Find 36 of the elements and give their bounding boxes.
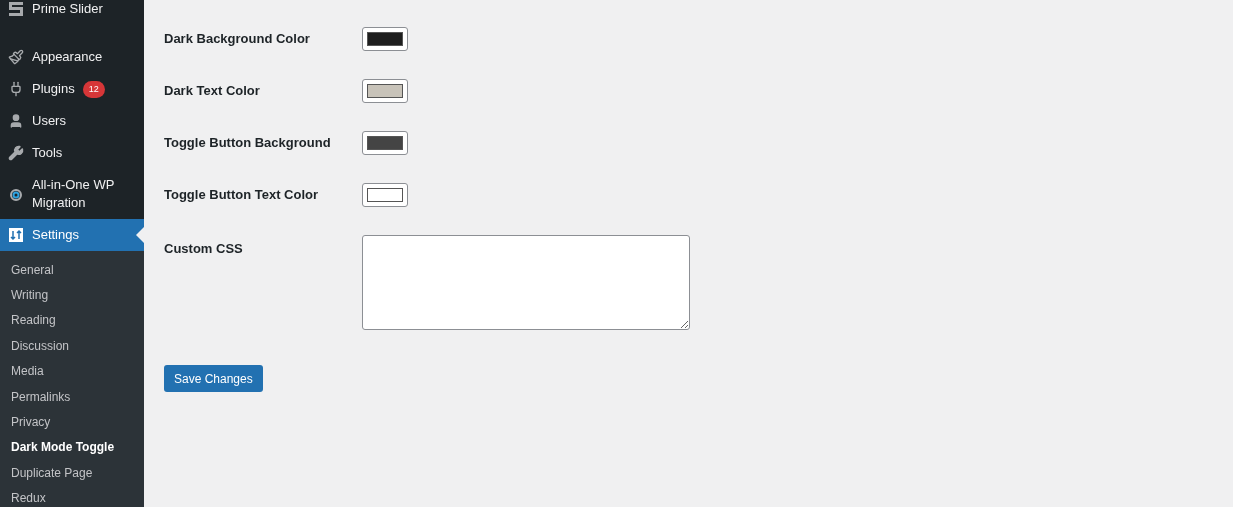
pointer-icon — [136, 227, 144, 243]
field-label: Dark Background Color — [164, 30, 311, 49]
color-picker[interactable] — [362, 79, 408, 103]
user-icon — [8, 113, 24, 129]
css-textarea[interactable] — [362, 235, 690, 330]
submenu-item[interactable]: Dark Mode Toggle — [0, 434, 144, 461]
submenu-item[interactable]: Privacy — [0, 409, 144, 435]
menu-item[interactable]: Plugins 12 — [0, 73, 144, 105]
menu-item[interactable]: All-in-One WP Migration — [0, 169, 144, 219]
save-button[interactable]: Save Changes — [164, 365, 263, 392]
wrench-icon — [8, 145, 24, 161]
submenu-item[interactable]: Reading — [0, 307, 144, 334]
menu-item[interactable]: Prime Slider — [0, 0, 144, 25]
logo-icon — [8, 1, 24, 17]
menu-item[interactable]: Appearance — [0, 41, 144, 73]
submenu-item[interactable]: Duplicate Page — [0, 460, 144, 486]
paintbrush-icon — [8, 49, 24, 65]
menu-item[interactable]: Settings — [0, 219, 144, 251]
submenu-item[interactable]: Redux — [0, 485, 144, 507]
color-picker[interactable] — [362, 183, 408, 207]
field-label: Dark Text Color — [164, 82, 261, 101]
field-label: Toggle Button Text Color — [164, 186, 320, 205]
color-picker[interactable] — [362, 131, 408, 155]
color-picker[interactable] — [362, 27, 408, 51]
menu-item[interactable]: Tools — [0, 137, 144, 169]
plug-icon — [8, 81, 24, 97]
count-badge: 12 — [82, 80, 105, 98]
sliders-icon — [8, 227, 24, 243]
submenu-item[interactable]: Writing — [0, 282, 144, 308]
submenu-item[interactable]: Permalinks — [0, 383, 144, 410]
field-label: Toggle Button Background — [164, 134, 332, 153]
submenu-item[interactable]: Media — [0, 358, 144, 384]
menu-item[interactable]: Users — [0, 105, 144, 137]
submenu-item[interactable]: Discussion — [0, 333, 144, 359]
field-label: Custom CSS — [164, 240, 244, 258]
submenu-item[interactable]: General — [0, 257, 144, 283]
